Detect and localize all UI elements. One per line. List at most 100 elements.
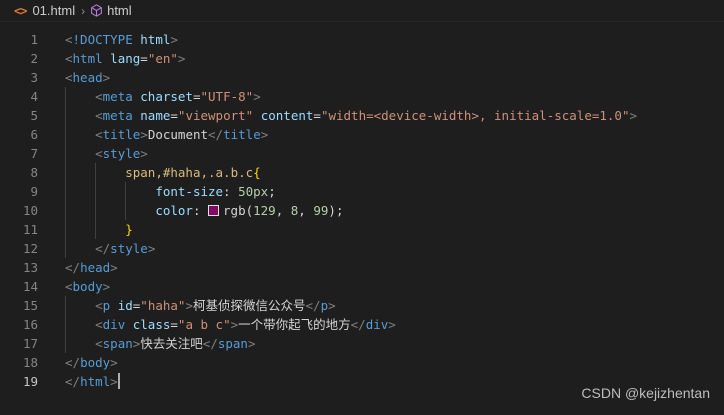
code-token: , bbox=[298, 203, 314, 218]
code-token: content bbox=[260, 108, 314, 123]
code-token: "viewport" bbox=[177, 108, 254, 123]
code-token: span bbox=[102, 336, 133, 351]
chevron-right-icon: › bbox=[81, 3, 86, 18]
code-token: < bbox=[95, 89, 103, 104]
code-line[interactable]: 9 font-size: 50px; bbox=[0, 182, 724, 201]
breadcrumb-symbol[interactable]: html bbox=[107, 3, 132, 18]
line-number: 3 bbox=[30, 70, 38, 85]
code-token: name bbox=[140, 108, 171, 123]
code-token: p bbox=[320, 298, 329, 313]
code-token: < bbox=[95, 127, 103, 142]
code-token: html bbox=[72, 51, 103, 66]
html-file-icon: <> bbox=[14, 3, 27, 18]
code-token: 129 bbox=[253, 203, 276, 218]
line-number: 6 bbox=[30, 127, 38, 142]
line-number: 13 bbox=[22, 260, 38, 275]
code-line[interactable]: 18 </body> bbox=[0, 353, 724, 372]
code-token: title bbox=[223, 127, 261, 142]
code-token: title bbox=[102, 127, 141, 142]
code-token: = bbox=[313, 108, 321, 123]
code-text: </html> bbox=[65, 372, 120, 391]
line-number: 16 bbox=[22, 317, 38, 332]
code-token: > bbox=[253, 89, 261, 104]
code-token: </ bbox=[95, 241, 111, 256]
code-line[interactable]: 15 <p id="haha">柯基侦探微信公众号</p> bbox=[0, 296, 724, 315]
code-token: ; bbox=[268, 184, 276, 199]
code-token: "haha" bbox=[140, 298, 186, 313]
code-token: color bbox=[155, 203, 193, 218]
line-number: 11 bbox=[22, 222, 38, 237]
code-text: <style> bbox=[65, 144, 148, 163]
code-token: </ bbox=[350, 317, 366, 332]
code-token: </ bbox=[65, 355, 81, 370]
code-token: > bbox=[388, 317, 396, 332]
code-token: </ bbox=[65, 260, 81, 275]
code-text: <head> bbox=[65, 68, 110, 87]
code-token: html bbox=[80, 374, 111, 389]
code-token: < bbox=[95, 317, 103, 332]
line-number: 4 bbox=[30, 89, 38, 104]
code-token: > bbox=[328, 298, 336, 313]
code-editor[interactable]: 1 <!DOCTYPE html> 2 <html lang="en"> 3 <head>… bbox=[0, 30, 724, 391]
breadcrumb-file[interactable]: 01.html bbox=[32, 3, 75, 18]
code-token: , bbox=[275, 203, 291, 218]
code-line[interactable]: 12 </style> bbox=[0, 239, 724, 258]
code-token: Document bbox=[147, 127, 209, 142]
watermark: CSDN @kejizhentan bbox=[581, 385, 710, 401]
code-text: color: rgb(129, 8, 99); bbox=[65, 201, 343, 220]
code-token: div bbox=[365, 317, 389, 332]
code-token: head bbox=[72, 70, 103, 85]
code-text: </body> bbox=[65, 353, 118, 372]
code-token: > bbox=[110, 260, 118, 275]
code-line[interactable]: 1 <!DOCTYPE html> bbox=[0, 30, 724, 49]
code-token: > bbox=[185, 298, 193, 313]
code-token: html bbox=[140, 32, 171, 47]
code-line[interactable]: 5 <meta name="viewport" content="width=<… bbox=[0, 106, 724, 125]
code-line[interactable]: 4 <meta charset="UTF-8"> bbox=[0, 87, 724, 106]
code-token: style bbox=[102, 146, 141, 161]
code-token: > bbox=[110, 355, 118, 370]
code-line[interactable]: 11 } bbox=[0, 220, 724, 239]
code-token: < bbox=[95, 108, 103, 123]
code-text: <!DOCTYPE html> bbox=[65, 30, 178, 49]
code-text: <html lang="en"> bbox=[65, 49, 185, 68]
code-token: body bbox=[72, 279, 103, 294]
code-token: "UTF-8" bbox=[200, 89, 254, 104]
line-number: 5 bbox=[30, 108, 38, 123]
code-text: <p id="haha">柯基侦探微信公众号</p> bbox=[65, 296, 336, 315]
code-token: > bbox=[102, 70, 111, 85]
code-line[interactable]: 17 <span>快去关注吧</span> bbox=[0, 334, 724, 353]
code-token: > bbox=[102, 279, 111, 294]
code-line[interactable]: 8 span,#haha,.a.b.c{ bbox=[0, 163, 724, 182]
line-number: 1 bbox=[30, 32, 38, 47]
code-line[interactable]: 16 <div class="a b c">一个带你起飞的地方</div> bbox=[0, 315, 724, 334]
code-token: "width=<device-width>, initial-scale=1.0… bbox=[320, 108, 630, 123]
code-token: rgb( bbox=[223, 203, 254, 218]
code-line[interactable]: 14 <body> bbox=[0, 277, 724, 296]
line-number: 14 bbox=[22, 279, 38, 294]
color-swatch-icon[interactable] bbox=[208, 205, 220, 216]
code-line[interactable]: 7 <style> bbox=[0, 144, 724, 163]
code-text: <meta charset="UTF-8"> bbox=[65, 87, 261, 106]
code-token: 柯基侦探微信公众号 bbox=[192, 298, 306, 313]
line-number: 8 bbox=[30, 165, 38, 180]
code-text: <body> bbox=[65, 277, 110, 296]
code-token: > bbox=[140, 127, 148, 142]
code-token: = bbox=[170, 108, 178, 123]
code-line[interactable]: 13 </head> bbox=[0, 258, 724, 277]
code-token: > bbox=[177, 51, 186, 66]
code-text: <meta name="viewport" content="width=<de… bbox=[65, 106, 637, 125]
code-line[interactable]: 6 <title>Document</title> bbox=[0, 125, 724, 144]
code-token: } bbox=[125, 222, 133, 237]
code-line[interactable]: 10 color: rgb(129, 8, 99); bbox=[0, 201, 724, 220]
code-line[interactable]: 3 <head> bbox=[0, 68, 724, 87]
code-line[interactable]: 2 <html lang="en"> bbox=[0, 49, 724, 68]
line-number: 7 bbox=[30, 146, 38, 161]
